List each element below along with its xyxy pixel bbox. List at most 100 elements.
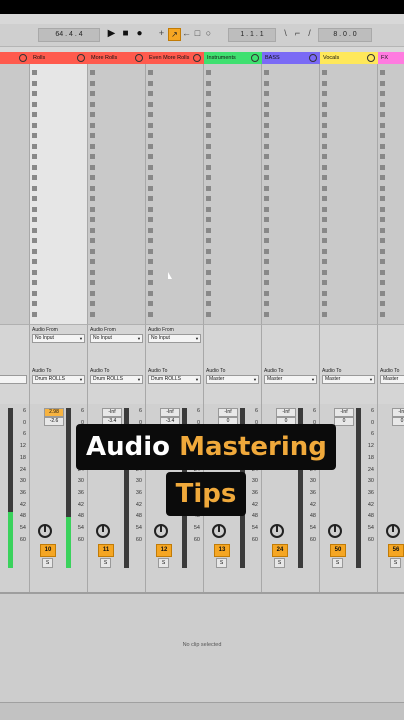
clip-stop-icon[interactable] <box>32 122 37 128</box>
clip-stop-icon[interactable] <box>380 112 385 117</box>
clip-stop-icon[interactable] <box>32 101 37 107</box>
clip-stop-icon[interactable] <box>148 185 153 191</box>
track-activator-button[interactable]: 56 <box>388 544 404 557</box>
clip-stop-icon[interactable] <box>380 217 385 222</box>
track-header[interactable]: Vocals <box>320 52 378 64</box>
clip-stop-icon[interactable] <box>322 238 327 243</box>
clip-stop-icon[interactable] <box>264 227 269 233</box>
clip-stop-icon[interactable] <box>32 143 37 149</box>
pencil-icon[interactable]: / <box>304 28 315 39</box>
pan-knob[interactable] <box>270 524 284 538</box>
clip-stop-icon[interactable] <box>206 196 211 201</box>
clip-stop-icon[interactable] <box>32 133 37 138</box>
clip-stop-icon[interactable] <box>32 175 37 180</box>
clip-stop-icon[interactable] <box>148 248 153 254</box>
track-header[interactable]: FX <box>378 52 404 64</box>
stop-icon[interactable]: ■ <box>120 28 131 39</box>
clip-stop-icon[interactable] <box>206 311 211 317</box>
clip-stop-icon[interactable] <box>264 248 269 254</box>
clip-stop-icon[interactable] <box>90 122 95 128</box>
solo-button[interactable]: S <box>42 558 53 568</box>
clip-stop-icon[interactable] <box>322 175 327 180</box>
clip-stop-icon[interactable] <box>90 259 95 264</box>
clip-stop-icon[interactable] <box>380 175 385 180</box>
clip-stop-icon[interactable] <box>380 164 385 170</box>
record-icon[interactable]: ● <box>134 28 145 39</box>
clip-stop-icon[interactable] <box>32 290 37 296</box>
clip-stop-icon[interactable] <box>380 206 385 212</box>
clip-stop-icon[interactable] <box>322 217 327 222</box>
clip-stop-icon[interactable] <box>90 196 95 201</box>
clip-stop-icon[interactable] <box>206 280 211 285</box>
track-fold-icon[interactable] <box>77 54 85 62</box>
clip-stop-icon[interactable] <box>90 143 95 149</box>
track-fold-icon[interactable] <box>193 54 201 62</box>
clip-stop-icon[interactable] <box>322 133 327 138</box>
clip-stop-icon[interactable] <box>90 112 95 117</box>
loop-end-display[interactable]: 8 . 0 . 0 <box>318 28 372 42</box>
clip-stop-icon[interactable] <box>90 227 95 233</box>
clip-stop-icon[interactable] <box>90 133 95 138</box>
clip-stop-icon[interactable] <box>264 133 269 138</box>
clip-stop-icon[interactable] <box>380 80 385 86</box>
audio-to-select[interactable]: Drum ROLLS ▼ <box>32 375 85 384</box>
clip-stop-icon[interactable] <box>206 301 211 306</box>
clip-stop-icon[interactable] <box>322 280 327 285</box>
clip-stop-icon[interactable] <box>148 101 153 107</box>
clip-stop-icon[interactable] <box>90 164 95 170</box>
clip-stop-icon[interactable] <box>206 101 211 107</box>
clip-stop-icon[interactable] <box>380 269 385 275</box>
clip-stop-icon[interactable] <box>32 70 37 75</box>
track-header[interactable]: Rolls <box>30 52 88 64</box>
track-fold-icon[interactable] <box>251 54 259 62</box>
pan-knob[interactable] <box>154 524 168 538</box>
pan-knob[interactable] <box>386 524 400 538</box>
clip-stop-icon[interactable] <box>32 112 37 117</box>
clip-stop-icon[interactable] <box>206 112 211 117</box>
capture-icon[interactable]: ○ <box>203 28 214 39</box>
audio-to-select[interactable]: Drum ROLLS ▼ <box>90 375 143 384</box>
clip-stop-icon[interactable] <box>206 269 211 275</box>
clip-stop-icon[interactable] <box>380 154 385 159</box>
clip-stop-icon[interactable] <box>90 80 95 86</box>
audio-to-select[interactable]: Master ▼ <box>206 375 259 384</box>
punch-icon[interactable]: ⌐ <box>292 28 303 39</box>
clip-stop-icon[interactable] <box>264 269 269 275</box>
clip-stop-icon[interactable] <box>322 311 327 317</box>
clip-slot-grid[interactable] <box>30 64 88 324</box>
clip-stop-icon[interactable] <box>148 290 153 296</box>
clip-stop-icon[interactable] <box>322 185 327 191</box>
clip-stop-icon[interactable] <box>264 122 269 128</box>
solo-button[interactable]: S <box>216 558 227 568</box>
clip-stop-icon[interactable] <box>90 311 95 317</box>
clip-stop-icon[interactable] <box>264 101 269 107</box>
clip-stop-icon[interactable] <box>148 133 153 138</box>
audio-to-select[interactable]: Drum ROLLS ▼ <box>148 375 201 384</box>
clip-stop-icon[interactable] <box>322 143 327 149</box>
position-display[interactable]: 1 . 1 . 1 <box>228 28 276 42</box>
clip-stop-icon[interactable] <box>90 217 95 222</box>
clip-stop-icon[interactable] <box>322 269 327 275</box>
clip-stop-icon[interactable] <box>148 154 153 159</box>
clip-stop-icon[interactable] <box>148 206 153 212</box>
clip-stop-icon[interactable] <box>380 101 385 107</box>
clip-stop-icon[interactable] <box>380 91 385 96</box>
clip-stop-icon[interactable] <box>90 280 95 285</box>
clip-stop-icon[interactable] <box>148 143 153 149</box>
clip-stop-icon[interactable] <box>206 238 211 243</box>
clip-stop-icon[interactable] <box>90 238 95 243</box>
clip-stop-icon[interactable] <box>206 80 211 86</box>
clip-stop-icon[interactable] <box>322 122 327 128</box>
automation-icon[interactable]: ↗ <box>168 28 181 41</box>
clip-stop-icon[interactable] <box>206 70 211 75</box>
track-activator-button[interactable]: 10 <box>40 544 56 557</box>
clip-stop-icon[interactable] <box>148 175 153 180</box>
clip-stop-icon[interactable] <box>206 133 211 138</box>
clip-stop-icon[interactable] <box>380 227 385 233</box>
track-activator-button[interactable]: 12 <box>156 544 172 557</box>
clip-stop-icon[interactable] <box>148 311 153 317</box>
play-icon[interactable]: ▶ <box>106 28 117 39</box>
clip-stop-icon[interactable] <box>32 301 37 306</box>
clip-stop-icon[interactable] <box>206 122 211 128</box>
clip-stop-icon[interactable] <box>264 217 269 222</box>
